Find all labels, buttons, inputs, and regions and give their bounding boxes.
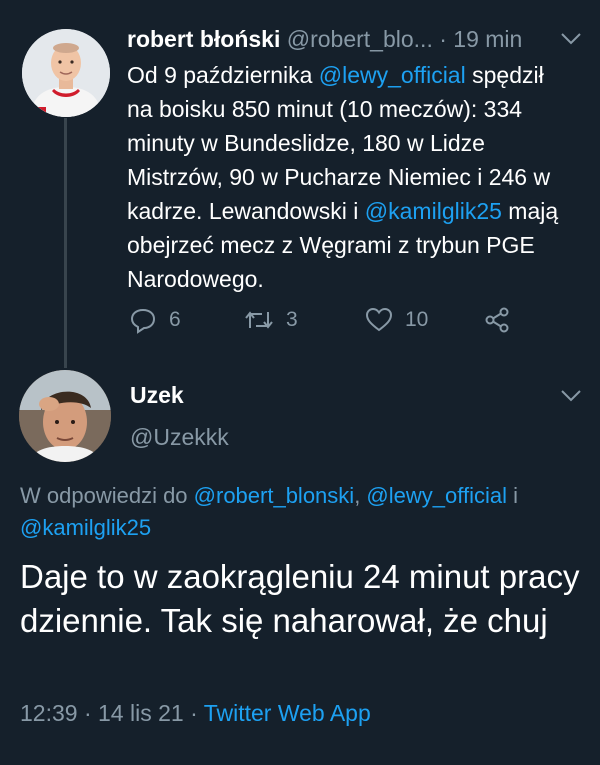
- chevron-down-icon[interactable]: [560, 32, 582, 46]
- author-name[interactable]: robert błoński: [127, 26, 280, 52]
- tweet-time[interactable]: 12:39: [20, 700, 78, 726]
- source-app-link[interactable]: Twitter Web App: [204, 700, 371, 726]
- replying-to: W odpowiedzi do @robert_blonski, @lewy_o…: [20, 480, 585, 544]
- separator: ,: [354, 483, 367, 508]
- separator: ·: [77, 700, 99, 726]
- like-button[interactable]: 10: [365, 300, 428, 340]
- reply-count: 6: [169, 308, 181, 331]
- tweet-text: Daje to w zaokrągleniu 24 minut pracy dz…: [20, 558, 580, 639]
- separator: i: [506, 483, 518, 508]
- tweet-date[interactable]: 14 lis 21: [98, 700, 184, 726]
- tweet-meta: 12:39 · 14 lis 21 · Twitter Web App: [20, 700, 371, 727]
- like-count: 10: [405, 308, 429, 331]
- avatar[interactable]: [19, 370, 111, 462]
- parent-tweet[interactable]: robert błoński @robert_blo... · 19 min O…: [0, 0, 600, 370]
- separator: ·: [439, 26, 447, 52]
- tweet-text-part: Od 9 października: [127, 62, 319, 88]
- tweet-actions: 6 3 10: [127, 300, 567, 340]
- avatar-photo: [22, 29, 110, 117]
- heart-icon: [365, 307, 393, 332]
- thread-line: [64, 118, 67, 368]
- mention-link[interactable]: @lewy_official: [319, 62, 466, 88]
- mention-link[interactable]: @kamilglik25: [365, 198, 502, 224]
- chevron-down-icon[interactable]: [560, 389, 582, 403]
- tweet-header: robert błoński @robert_blo... · 19 min: [127, 26, 582, 58]
- replying-prefix: W odpowiedzi do: [20, 483, 194, 508]
- author-name[interactable]: Uzek: [130, 382, 184, 409]
- mention-link[interactable]: @kamilglik25: [20, 515, 151, 540]
- share-button[interactable]: [483, 300, 511, 340]
- mention-link[interactable]: @lewy_official: [366, 483, 507, 508]
- tweet-text: Od 9 października @lewy_official spędził…: [127, 58, 567, 296]
- reply-icon: [130, 308, 156, 334]
- author-handle[interactable]: @robert_blo...: [287, 26, 433, 52]
- mention-link[interactable]: @robert_blonski: [194, 483, 355, 508]
- avatar-photo: [19, 370, 111, 462]
- reply-button[interactable]: 6: [129, 300, 181, 340]
- retweet-icon: [245, 311, 273, 329]
- avatar[interactable]: [22, 29, 110, 117]
- retweet-button[interactable]: 3: [244, 300, 298, 340]
- share-icon: [485, 307, 509, 333]
- separator: ·: [183, 700, 204, 726]
- retweet-count: 3: [286, 308, 298, 331]
- tweet-time[interactable]: 19 min: [453, 26, 522, 52]
- author-handle[interactable]: @Uzekkk: [130, 424, 229, 451]
